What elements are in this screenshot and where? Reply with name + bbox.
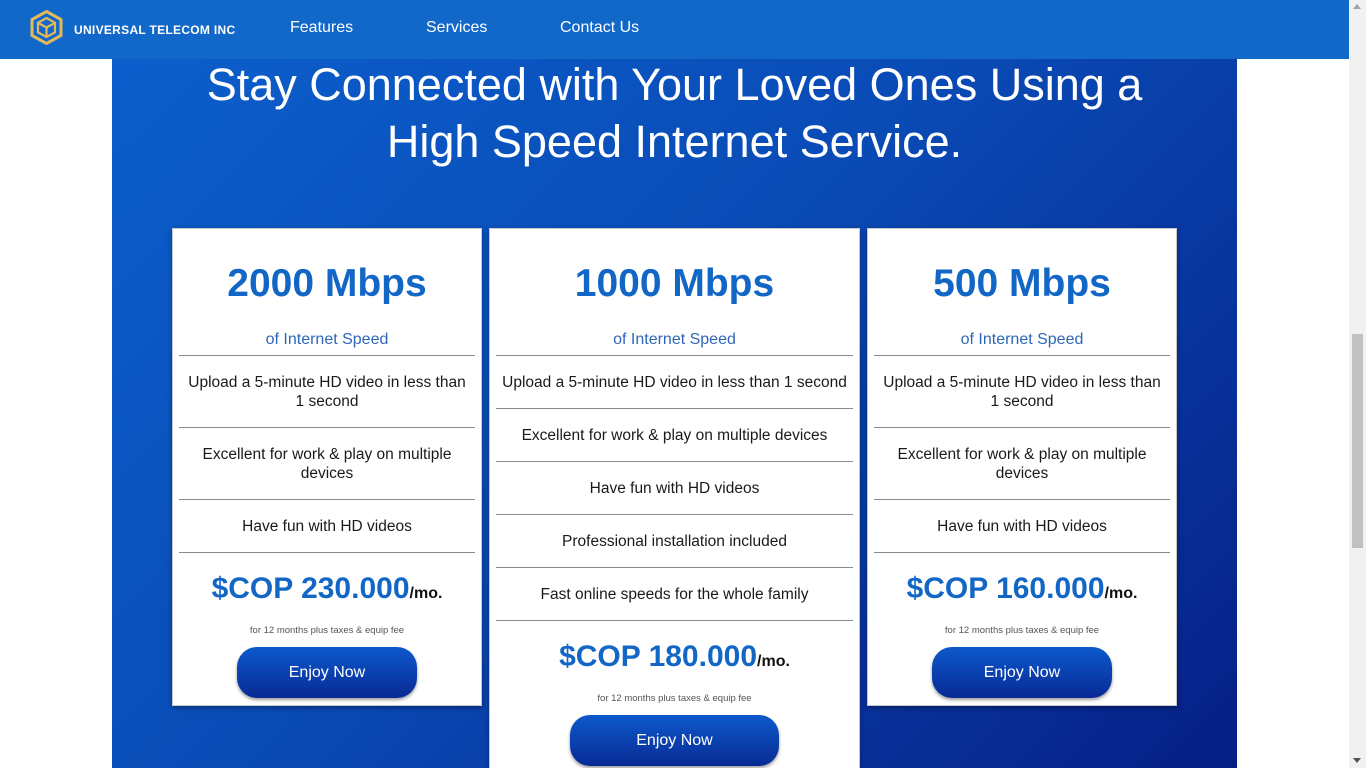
plan-feature: Excellent for work & play on multiple de…	[179, 428, 475, 500]
scrollbar-thumb[interactable]	[1352, 334, 1363, 548]
plan-card-500: 500 Mbps of Internet Speed Upload a 5-mi…	[867, 228, 1177, 706]
plan-feature-list: Upload a 5-minute HD video in less than …	[496, 355, 853, 621]
plan-speed: 2000 Mbps	[227, 262, 427, 305]
enjoy-now-button[interactable]: Enjoy Now	[237, 647, 417, 698]
plan-card-1000: 1000 Mbps of Internet Speed Upload a 5-m…	[489, 228, 860, 768]
plan-price-period: /mo.	[757, 653, 790, 670]
hero-title-line-1: Stay Connected with Your Loved Ones Usin…	[206, 59, 1143, 110]
enjoy-now-button[interactable]: Enjoy Now	[932, 647, 1112, 698]
plan-feature: Have fun with HD videos	[874, 500, 1170, 553]
plan-price: $COP 180.000	[559, 640, 758, 673]
hexagon-cube-logo-icon[interactable]	[30, 10, 63, 45]
hero-title: Stay Connected with Your Loved Ones Usin…	[112, 59, 1237, 170]
vertical-scrollbar[interactable]	[1349, 0, 1366, 768]
plan-price-line: $COP 230.000/mo.	[173, 572, 481, 606]
plan-fine-print: for 12 months plus taxes & equip fee	[597, 693, 752, 704]
plan-feature: Excellent for work & play on multiple de…	[874, 428, 1170, 500]
hero-section: Stay Connected with Your Loved Ones Usin…	[112, 59, 1237, 768]
plan-feature: Upload a 5-minute HD video in less than …	[496, 356, 853, 409]
plan-feature: Have fun with HD videos	[496, 462, 853, 515]
scroll-down-arrow-icon[interactable]	[1353, 758, 1361, 763]
plan-speed-caption: of Internet Speed	[960, 331, 1084, 348]
plan-price-line: $COP 160.000/mo.	[868, 572, 1176, 606]
plan-speed-caption: of Internet Speed	[265, 331, 389, 348]
plan-feature: Excellent for work & play on multiple de…	[496, 409, 853, 462]
plan-speed: 1000 Mbps	[574, 262, 775, 305]
plan-speed-caption: of Internet Speed	[613, 331, 736, 348]
hero-title-line-2: High Speed Internet Service.	[386, 116, 963, 167]
brand-name[interactable]: UNIVERSAL TELECOM INC	[74, 23, 235, 37]
nav-link-features[interactable]: Features	[290, 19, 353, 37]
enjoy-now-button[interactable]: Enjoy Now	[570, 715, 779, 766]
plan-card-2000: 2000 Mbps of Internet Speed Upload a 5-m…	[172, 228, 482, 706]
plan-feature: Upload a 5-minute HD video in less than …	[874, 356, 1170, 428]
plan-fine-print: for 12 months plus taxes & equip fee	[944, 625, 1100, 636]
plan-feature: Fast online speeds for the whole family	[496, 568, 853, 621]
plan-fine-print: for 12 months plus taxes & equip fee	[249, 625, 405, 636]
plan-price-period: /mo.	[1104, 585, 1138, 602]
scroll-up-arrow-icon[interactable]	[1353, 4, 1361, 9]
plan-feature: Professional installation included	[496, 515, 853, 568]
plan-feature-list: Upload a 5-minute HD video in less than …	[179, 355, 475, 553]
plan-price: $COP 230.000	[211, 572, 410, 605]
plan-price-period: /mo.	[409, 585, 443, 602]
plan-price-line: $COP 180.000/mo.	[490, 640, 859, 674]
nav-link-contact-us[interactable]: Contact Us	[560, 19, 639, 37]
site-header: UNIVERSAL TELECOM INC Features Services …	[0, 0, 1349, 59]
nav-link-services[interactable]: Services	[426, 19, 487, 37]
plan-speed: 500 Mbps	[933, 262, 1111, 305]
plan-feature: Have fun with HD videos	[179, 500, 475, 553]
plan-price: $COP 160.000	[906, 572, 1105, 605]
plan-feature: Upload a 5-minute HD video in less than …	[179, 356, 475, 428]
plan-feature-list: Upload a 5-minute HD video in less than …	[874, 355, 1170, 553]
